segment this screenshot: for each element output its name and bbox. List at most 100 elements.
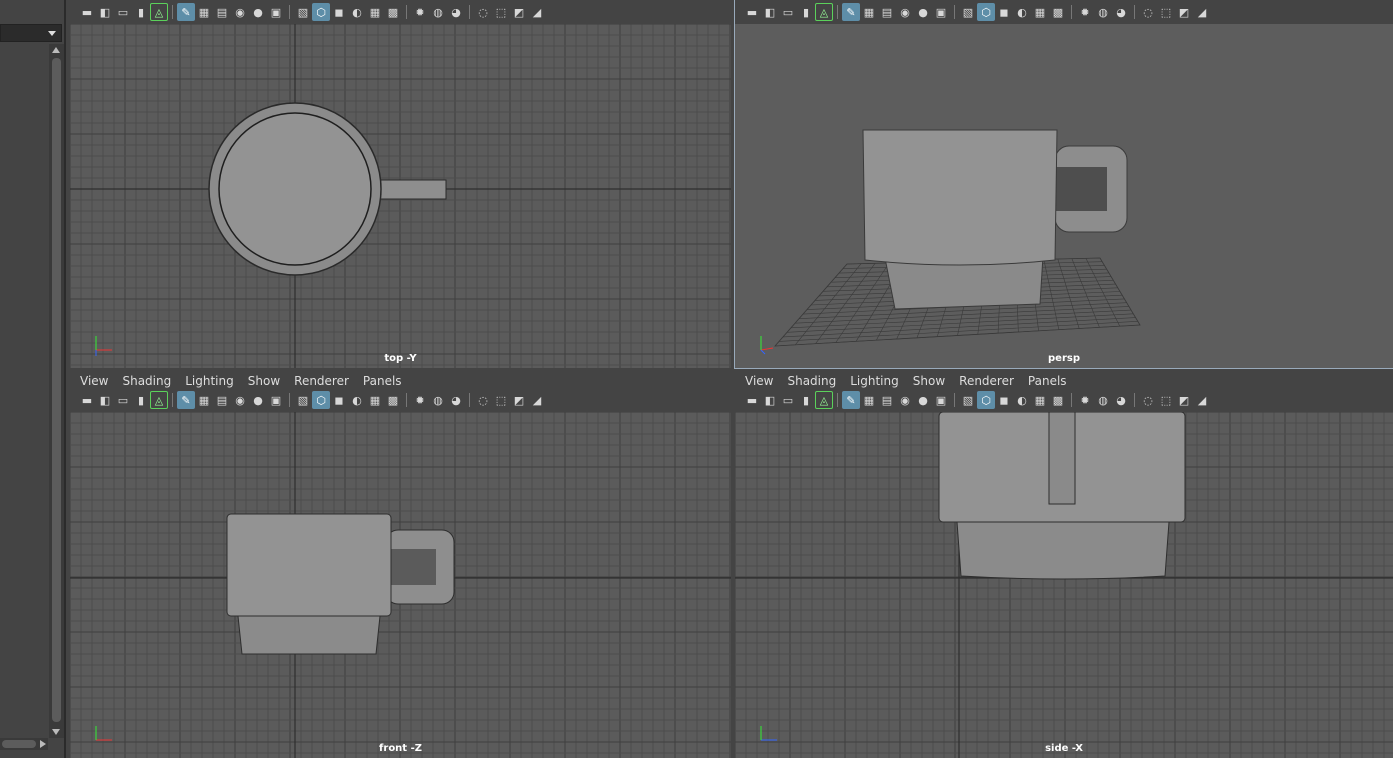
field-chart-icon[interactable]: ◉: [896, 3, 914, 21]
wireframe-icon[interactable]: ▧: [294, 3, 312, 21]
safe-action-icon[interactable]: ●: [914, 391, 932, 409]
safe-title-icon[interactable]: ▣: [932, 391, 950, 409]
wireframe-icon[interactable]: ▧: [959, 391, 977, 409]
viewport-front[interactable]: View Shading Lighting Show Renderer Pane…: [70, 370, 731, 758]
image-plane-icon[interactable]: ▮: [797, 391, 815, 409]
hud-icon[interactable]: ◢: [528, 3, 546, 21]
menu-shading[interactable]: Shading: [122, 374, 171, 388]
viewport-top[interactable]: ▬ ◧ ▭ ▮ ◬ ✎ ▦ ▤ ◉ ● ▣ ▧ ⬡ ◼ ◐ ▦ ▩ ✹ ◍ ◕ ◌ ⬚ ◩ ◢ top -Y: [70, 0, 731, 368]
camera-attributes-icon[interactable]: ◧: [761, 3, 779, 21]
camera-attributes-icon[interactable]: ◧: [761, 391, 779, 409]
scroll-down-icon[interactable]: [52, 729, 60, 735]
wireframe-icon[interactable]: ▧: [294, 391, 312, 409]
vertical-scrollbar[interactable]: [49, 44, 64, 738]
film-gate-icon[interactable]: ◬: [815, 3, 833, 21]
resolution-gate-icon[interactable]: ▦: [860, 391, 878, 409]
shadows-icon[interactable]: ✹: [1076, 391, 1094, 409]
menu-renderer[interactable]: Renderer: [294, 374, 349, 388]
resolution-gate-icon[interactable]: ▦: [860, 3, 878, 21]
ambient-occlusion-icon[interactable]: ◍: [429, 391, 447, 409]
bookmark-icon[interactable]: ▭: [779, 3, 797, 21]
safe-title-icon[interactable]: ▣: [267, 3, 285, 21]
motion-blur-icon[interactable]: ◕: [1112, 391, 1130, 409]
ambient-occlusion-icon[interactable]: ◍: [1094, 391, 1112, 409]
grid-icon[interactable]: ✎: [842, 3, 860, 21]
lights-icon[interactable]: ▩: [1049, 3, 1067, 21]
grid-icon[interactable]: ✎: [842, 391, 860, 409]
xray-joints-icon[interactable]: ⬚: [492, 3, 510, 21]
camera-attributes-icon[interactable]: ◧: [96, 391, 114, 409]
xray-joints-icon[interactable]: ⬚: [1157, 391, 1175, 409]
xray-icon[interactable]: ▦: [1031, 391, 1049, 409]
menu-view[interactable]: View: [80, 374, 108, 388]
pan-zoom-icon[interactable]: ◩: [510, 391, 528, 409]
horizontal-scrollbar[interactable]: [0, 738, 48, 750]
film-gate-icon[interactable]: ◬: [150, 391, 168, 409]
gate-mask-icon[interactable]: ▤: [878, 3, 896, 21]
xray-icon[interactable]: ▦: [366, 3, 384, 21]
hud-icon[interactable]: ◢: [528, 391, 546, 409]
motion-blur-icon[interactable]: ◕: [1112, 3, 1130, 21]
lights-icon[interactable]: ▩: [384, 391, 402, 409]
viewport-side[interactable]: View Shading Lighting Show Renderer Pane…: [735, 370, 1393, 758]
camera-attributes-icon[interactable]: ◧: [96, 3, 114, 21]
panel-dropdown[interactable]: [0, 24, 62, 42]
camera-icon[interactable]: ▬: [743, 391, 761, 409]
smooth-shade-icon[interactable]: ⬡: [977, 391, 995, 409]
isolate-select-icon[interactable]: ◌: [474, 391, 492, 409]
menu-view[interactable]: View: [745, 374, 773, 388]
bookmark-icon[interactable]: ▭: [114, 3, 132, 21]
isolate-select-icon[interactable]: ◌: [1139, 391, 1157, 409]
grid-icon[interactable]: ✎: [177, 3, 195, 21]
xray-joints-icon[interactable]: ⬚: [492, 391, 510, 409]
safe-action-icon[interactable]: ●: [249, 3, 267, 21]
textured-icon[interactable]: ◐: [1013, 3, 1031, 21]
lights-icon[interactable]: ▩: [1049, 391, 1067, 409]
xray-icon[interactable]: ▦: [1031, 3, 1049, 21]
field-chart-icon[interactable]: ◉: [231, 3, 249, 21]
xray-joints-icon[interactable]: ⬚: [1157, 3, 1175, 21]
pan-zoom-icon[interactable]: ◩: [1175, 391, 1193, 409]
shadows-icon[interactable]: ✹: [411, 391, 429, 409]
menu-show[interactable]: Show: [913, 374, 945, 388]
scroll-thumb[interactable]: [52, 58, 61, 722]
textured-icon[interactable]: ◐: [348, 391, 366, 409]
gate-mask-icon[interactable]: ▤: [878, 391, 896, 409]
motion-blur-icon[interactable]: ◕: [447, 391, 465, 409]
isolate-select-icon[interactable]: ◌: [474, 3, 492, 21]
xray-icon[interactable]: ▦: [366, 391, 384, 409]
viewport-canvas[interactable]: front -Z: [70, 412, 731, 758]
default-material-icon[interactable]: ◼: [330, 391, 348, 409]
pan-zoom-icon[interactable]: ◩: [1175, 3, 1193, 21]
default-material-icon[interactable]: ◼: [995, 3, 1013, 21]
camera-icon[interactable]: ▬: [743, 3, 761, 21]
ambient-occlusion-icon[interactable]: ◍: [1094, 3, 1112, 21]
menu-renderer[interactable]: Renderer: [959, 374, 1014, 388]
smooth-shade-icon[interactable]: ⬡: [312, 3, 330, 21]
image-plane-icon[interactable]: ▮: [132, 3, 150, 21]
camera-icon[interactable]: ▬: [78, 3, 96, 21]
smooth-shade-icon[interactable]: ⬡: [312, 391, 330, 409]
menu-panels[interactable]: Panels: [1028, 374, 1067, 388]
scroll-right-icon[interactable]: [40, 740, 46, 748]
menu-lighting[interactable]: Lighting: [850, 374, 899, 388]
image-plane-icon[interactable]: ▮: [132, 391, 150, 409]
smooth-shade-icon[interactable]: ⬡: [977, 3, 995, 21]
wireframe-icon[interactable]: ▧: [959, 3, 977, 21]
safe-action-icon[interactable]: ●: [914, 3, 932, 21]
ambient-occlusion-icon[interactable]: ◍: [429, 3, 447, 21]
camera-icon[interactable]: ▬: [78, 391, 96, 409]
hscroll-thumb[interactable]: [2, 740, 36, 748]
hud-icon[interactable]: ◢: [1193, 391, 1211, 409]
safe-title-icon[interactable]: ▣: [267, 391, 285, 409]
default-material-icon[interactable]: ◼: [995, 391, 1013, 409]
resolution-gate-icon[interactable]: ▦: [195, 391, 213, 409]
safe-title-icon[interactable]: ▣: [932, 3, 950, 21]
menu-lighting[interactable]: Lighting: [185, 374, 234, 388]
menu-shading[interactable]: Shading: [787, 374, 836, 388]
field-chart-icon[interactable]: ◉: [896, 391, 914, 409]
field-chart-icon[interactable]: ◉: [231, 391, 249, 409]
pan-zoom-icon[interactable]: ◩: [510, 3, 528, 21]
viewport-persp[interactable]: ▬ ◧ ▭ ▮ ◬ ✎ ▦ ▤ ◉ ● ▣ ▧ ⬡ ◼ ◐ ▦ ▩ ✹ ◍ ◕ ◌ ⬚ ◩ ◢ persp: [734, 0, 1393, 369]
gate-mask-icon[interactable]: ▤: [213, 391, 231, 409]
